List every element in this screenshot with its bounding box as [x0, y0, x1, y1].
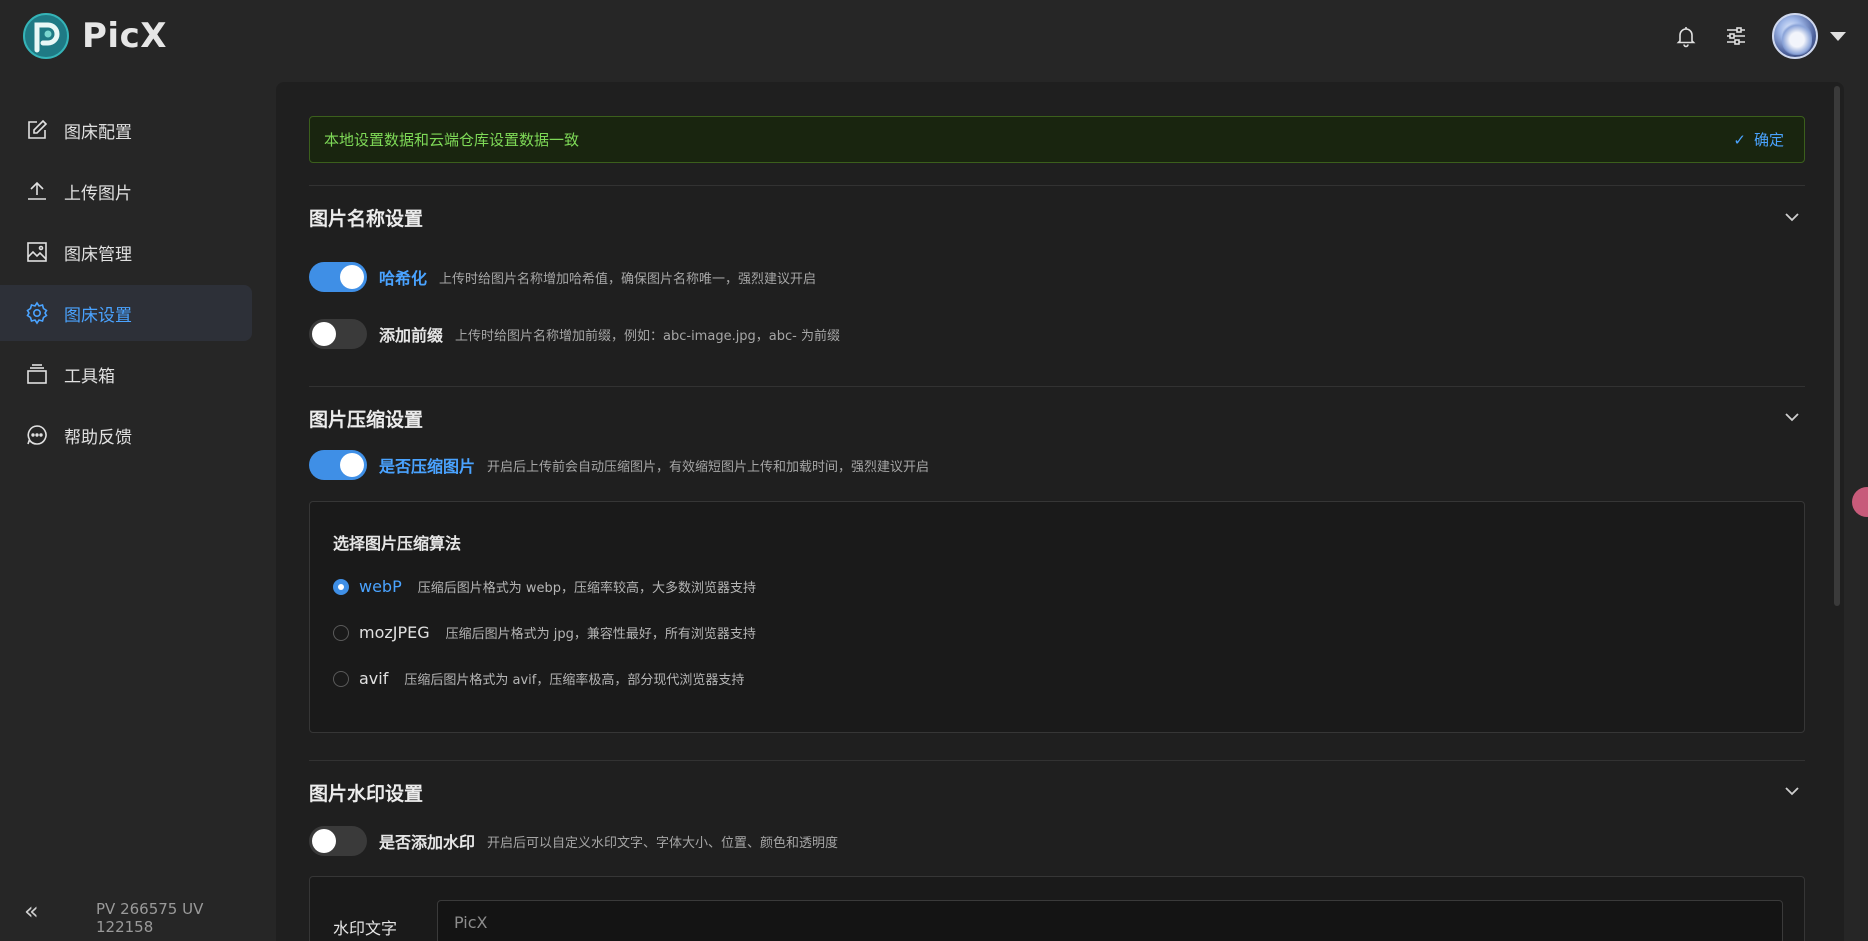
section-title-name: 图片名称设置 [309, 208, 424, 230]
alert-text: 本地设置数据和云端仓库设置数据一致 [324, 131, 580, 149]
sidebar-item-settings[interactable]: 图床设置 [0, 285, 252, 341]
bell-icon[interactable] [1672, 22, 1700, 50]
radio-button[interactable] [333, 624, 349, 641]
prefix-toggle[interactable] [309, 319, 367, 349]
toolbox-icon [24, 361, 50, 387]
radio-button[interactable] [333, 670, 349, 687]
sidebar-item-help[interactable]: 帮助反馈 [0, 407, 252, 463]
radio-button[interactable] [333, 578, 349, 595]
radio-label: webP [359, 577, 402, 596]
panel-title: 选择图片压缩算法 [333, 534, 462, 553]
divider [309, 760, 1805, 761]
sidebar-item-manage[interactable]: 图床管理 [0, 224, 252, 280]
radio-label: avif [359, 669, 389, 688]
chevron-down-icon[interactable] [1830, 31, 1846, 41]
scroll-thumb[interactable] [1834, 86, 1840, 606]
option-hash: 哈希化 上传时给图片名称增加哈希值，确保图片名称唯一，强烈建议开启 [309, 262, 816, 292]
chevron-down-icon[interactable] [1782, 207, 1802, 227]
upload-icon [24, 178, 50, 204]
sidebar-item-label: 帮助反馈 [64, 427, 132, 448]
option-label: 是否添加水印 [379, 833, 476, 852]
option-label: 哈希化 [379, 269, 428, 288]
watermark-panel: 水印文字 [309, 876, 1805, 941]
check-icon: ✓ [1733, 130, 1746, 149]
watermark-text-input[interactable] [437, 900, 1783, 941]
settings-panel: 本地设置数据和云端仓库设置数据一致 ✓ 确定 图片名称设置 哈希化 上传时给图片… [276, 82, 1844, 941]
app-root: PicX 图床配置 上传图片 图床管理 图床设置 工具箱 帮助反馈 « PV 2… [0, 0, 1868, 941]
radio-label: mozJPEG [359, 623, 430, 642]
compress-toggle[interactable] [309, 450, 367, 480]
picx-logo-icon [23, 13, 69, 59]
sidebar-item-label: 图床配置 [64, 122, 132, 143]
radio-desc: 压缩后图片格式为 webp，压缩率较高，大多数浏览器支持 [417, 581, 757, 596]
sidebar-item-label: 工具箱 [64, 366, 115, 387]
option-label: 是否压缩图片 [379, 457, 476, 476]
app-name: PicX [82, 16, 167, 56]
scrollbar[interactable] [1830, 86, 1840, 941]
watermark-text-label: 水印文字 [333, 919, 398, 938]
image-icon [24, 239, 50, 265]
radio-webp[interactable]: webP 压缩后图片格式为 webp，压缩率较高，大多数浏览器支持 [333, 577, 756, 596]
hash-toggle[interactable] [309, 262, 367, 292]
sidebar-item-label: 上传图片 [64, 183, 132, 204]
chevron-down-icon[interactable] [1782, 407, 1802, 427]
option-desc: 开启后可以自定义水印文字、字体大小、位置、颜色和透明度 [487, 835, 839, 851]
option-watermark: 是否添加水印 开启后可以自定义水印文字、字体大小、位置、颜色和透明度 [309, 826, 838, 856]
chat-icon [24, 422, 50, 448]
chevron-down-icon[interactable] [1782, 781, 1802, 801]
compress-algorithm-panel: 选择图片压缩算法 webP 压缩后图片格式为 webp，压缩率较高，大多数浏览器… [309, 501, 1805, 733]
option-compress: 是否压缩图片 开启后上传前会自动压缩图片，有效缩短图片上传和加载时间，强烈建议开… [309, 450, 929, 480]
collapse-sidebar-icon[interactable]: « [24, 897, 39, 925]
brand[interactable]: PicX [22, 12, 167, 60]
sidebar-item-config[interactable]: 图床配置 [0, 102, 252, 158]
divider [309, 185, 1805, 186]
radio-desc: 压缩后图片格式为 avif，压缩率极高，部分现代浏览器支持 [404, 673, 745, 688]
option-desc: 上传时给图片名称增加哈希值，确保图片名称唯一，强烈建议开启 [439, 271, 817, 287]
floating-helper-button[interactable] [1852, 487, 1868, 517]
top-header: PicX [0, 0, 1868, 72]
divider [309, 386, 1805, 387]
edit-icon [24, 117, 50, 143]
sidebar-item-upload[interactable]: 上传图片 [0, 163, 252, 219]
sidebar: 图床配置 上传图片 图床管理 图床设置 工具箱 帮助反馈 « PV 266575… [0, 72, 262, 941]
option-prefix: 添加前缀 上传时给图片名称增加前缀，例如：abc-image.jpg，abc- … [309, 319, 840, 349]
header-actions [1672, 13, 1846, 59]
confirm-button[interactable]: ✓ 确定 [1733, 129, 1784, 150]
watermark-toggle[interactable] [309, 826, 367, 856]
confirm-label: 确定 [1753, 131, 1784, 149]
sidebar-item-label: 图床管理 [64, 244, 132, 265]
option-desc: 上传时给图片名称增加前缀，例如：abc-image.jpg，abc- 为前缀 [455, 328, 841, 344]
settings-sliders-icon[interactable] [1722, 22, 1750, 50]
option-desc: 开启后上传前会自动压缩图片，有效缩短图片上传和加载时间，强烈建议开启 [487, 459, 930, 475]
avatar[interactable] [1772, 13, 1818, 59]
option-label: 添加前缀 [379, 326, 444, 345]
section-title-compress: 图片压缩设置 [309, 409, 424, 431]
sidebar-item-label: 图床设置 [64, 305, 132, 326]
sync-alert: 本地设置数据和云端仓库设置数据一致 ✓ 确定 [309, 116, 1805, 163]
pv-uv-stats: PV 266575 UV 122158 [96, 900, 204, 936]
radio-mozjpeg[interactable]: mozJPEG 压缩后图片格式为 jpg，兼容性最好，所有浏览器支持 [333, 623, 756, 642]
section-title-watermark: 图片水印设置 [309, 783, 424, 805]
radio-desc: 压缩后图片格式为 jpg，兼容性最好，所有浏览器支持 [445, 627, 756, 642]
gear-icon [24, 300, 50, 326]
radio-avif[interactable]: avif 压缩后图片格式为 avif，压缩率极高，部分现代浏览器支持 [333, 669, 744, 688]
sidebar-item-toolbox[interactable]: 工具箱 [0, 346, 252, 402]
